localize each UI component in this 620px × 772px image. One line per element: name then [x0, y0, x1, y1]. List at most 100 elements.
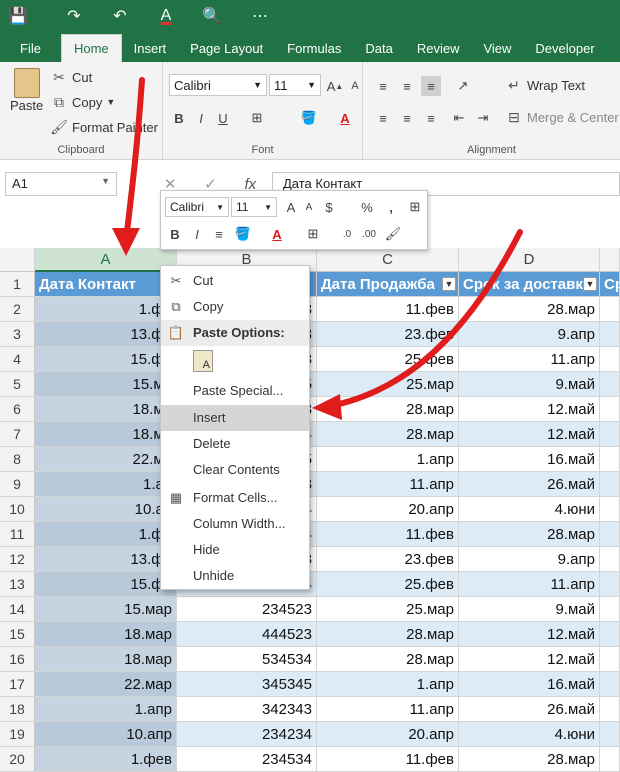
- table-cell[interactable]: [600, 297, 620, 322]
- row-header[interactable]: 5: [0, 372, 35, 397]
- table-cell[interactable]: [600, 597, 620, 622]
- table-cell[interactable]: 234523: [177, 597, 317, 622]
- table-cell[interactable]: 1.апр: [317, 447, 459, 472]
- borders-icon[interactable]: ⊞: [247, 108, 267, 128]
- table-cell[interactable]: 9.апр: [459, 322, 600, 347]
- font-color-icon[interactable]: A: [335, 108, 355, 128]
- tab-formulas[interactable]: Formulas: [275, 34, 353, 62]
- table-cell[interactable]: 26.май: [459, 472, 600, 497]
- customize-qat-icon[interactable]: ⋯: [242, 0, 278, 32]
- row-header[interactable]: 20: [0, 747, 35, 772]
- decrease-decimal-icon[interactable]: .00: [359, 224, 379, 244]
- table-cell[interactable]: 1.фев: [35, 747, 177, 772]
- mini-size-combo[interactable]: 11 ▼: [231, 197, 277, 217]
- table-cell[interactable]: 23.фев: [317, 547, 459, 572]
- table-cell[interactable]: 28.мар: [317, 397, 459, 422]
- italic-icon[interactable]: I: [187, 224, 207, 244]
- table-header-cell[interactable]: Срок за доставка ▼: [459, 272, 600, 297]
- table-cell[interactable]: 10.ап: [35, 497, 177, 522]
- menu-item-hide[interactable]: Hide: [161, 537, 309, 563]
- tab-file[interactable]: File: [0, 34, 61, 62]
- table-cell[interactable]: [600, 522, 620, 547]
- table-cell[interactable]: 11.фев: [317, 522, 459, 547]
- table-cell[interactable]: 11.фев: [317, 297, 459, 322]
- table-cell[interactable]: [600, 497, 620, 522]
- copy-button[interactable]: ⧉ Copy ▼: [50, 93, 115, 111]
- table-cell[interactable]: 10.апр: [35, 722, 177, 747]
- table-cell[interactable]: [600, 422, 620, 447]
- table-cell[interactable]: 9.апр: [459, 547, 600, 572]
- paste-button[interactable]: Paste: [10, 68, 43, 113]
- table-cell[interactable]: 22.ма: [35, 447, 177, 472]
- menu-item-unhide[interactable]: Unhide: [161, 563, 309, 589]
- tab-page-layout[interactable]: Page Layout: [178, 34, 275, 62]
- save-icon[interactable]: 💾: [0, 0, 36, 32]
- table-cell[interactable]: 15.фе: [35, 572, 177, 597]
- row-header[interactable]: 15: [0, 622, 35, 647]
- table-cell[interactable]: 1.фе: [35, 297, 177, 322]
- table-cell[interactable]: 11.фев: [317, 747, 459, 772]
- table-cell[interactable]: [600, 747, 620, 772]
- tab-data[interactable]: Data: [353, 34, 404, 62]
- column-header-a[interactable]: A: [35, 248, 177, 272]
- row-header[interactable]: 18: [0, 697, 35, 722]
- row-header[interactable]: 7: [0, 422, 35, 447]
- underline-icon[interactable]: U: [213, 108, 233, 128]
- paste-option-keep-text[interactable]: A: [161, 346, 309, 376]
- table-cell[interactable]: [600, 722, 620, 747]
- table-cell[interactable]: 13.фе: [35, 547, 177, 572]
- percent-icon[interactable]: %: [357, 197, 377, 217]
- column-header-c[interactable]: C: [317, 248, 459, 272]
- table-cell[interactable]: 15.ма: [35, 372, 177, 397]
- table-cell[interactable]: 23.фев: [317, 322, 459, 347]
- grow-font-icon[interactable]: A ▲: [325, 76, 345, 96]
- row-header[interactable]: 9: [0, 472, 35, 497]
- table-cell[interactable]: 25.фев: [317, 572, 459, 597]
- menu-item-insert[interactable]: Insert: [161, 405, 309, 431]
- table-cell[interactable]: 4.юни: [459, 722, 600, 747]
- fill-color-icon[interactable]: 🪣: [233, 224, 253, 244]
- wrap-text-button[interactable]: ↵ Wrap Text: [505, 76, 585, 94]
- tab-developer[interactable]: Developer: [523, 34, 606, 62]
- table-cell[interactable]: 18.мар: [35, 622, 177, 647]
- font-size-combo[interactable]: 11 ▼: [269, 74, 321, 96]
- table-header-cell[interactable]: Дата Продажба ▼: [317, 272, 459, 297]
- table-cell[interactable]: 11.апр: [317, 472, 459, 497]
- menu-item-copy[interactable]: ⧉ Copy: [161, 294, 309, 320]
- tab-home[interactable]: Home: [60, 34, 122, 62]
- table-cell[interactable]: 234234: [177, 722, 317, 747]
- table-cell[interactable]: [600, 372, 620, 397]
- font-name-combo[interactable]: Calibri ▼: [169, 74, 267, 96]
- filter-dropdown-icon[interactable]: ▼: [583, 277, 597, 291]
- table-cell[interactable]: [600, 572, 620, 597]
- table-cell[interactable]: 12.май: [459, 422, 600, 447]
- table-cell[interactable]: 9.май: [459, 372, 600, 397]
- table-cell[interactable]: [600, 672, 620, 697]
- table-cell[interactable]: 28.мар: [317, 647, 459, 672]
- table-cell[interactable]: 444523: [177, 622, 317, 647]
- menu-item-column-width[interactable]: Column Width...: [161, 511, 309, 537]
- table-cell[interactable]: 11.апр: [459, 572, 600, 597]
- table-cell[interactable]: 1.апр: [35, 697, 177, 722]
- menu-item-cut[interactable]: ✂ Cut: [161, 268, 309, 294]
- increase-decimal-icon[interactable]: .0: [337, 224, 357, 244]
- table-cell[interactable]: 28.мар: [317, 422, 459, 447]
- row-header[interactable]: 13: [0, 572, 35, 597]
- table-cell[interactable]: 15.фе: [35, 347, 177, 372]
- table-cell[interactable]: 28.мар: [459, 747, 600, 772]
- table-cell[interactable]: [600, 447, 620, 472]
- row-header[interactable]: 2: [0, 297, 35, 322]
- table-cell[interactable]: 345345: [177, 672, 317, 697]
- row-header[interactable]: 10: [0, 497, 35, 522]
- table-cell[interactable]: [600, 322, 620, 347]
- table-cell[interactable]: 25.мар: [317, 597, 459, 622]
- name-box[interactable]: A1 ▼: [5, 172, 117, 196]
- bold-icon[interactable]: B: [169, 108, 189, 128]
- format-table-icon[interactable]: ⊞: [405, 197, 425, 217]
- table-cell[interactable]: 1.фе: [35, 522, 177, 547]
- menu-item-paste-special[interactable]: Paste Special...: [161, 378, 309, 404]
- increase-indent-icon[interactable]: ⇥: [473, 108, 493, 128]
- column-header-e[interactable]: [600, 248, 620, 272]
- table-cell[interactable]: 16.май: [459, 447, 600, 472]
- table-cell[interactable]: 1.ап: [35, 472, 177, 497]
